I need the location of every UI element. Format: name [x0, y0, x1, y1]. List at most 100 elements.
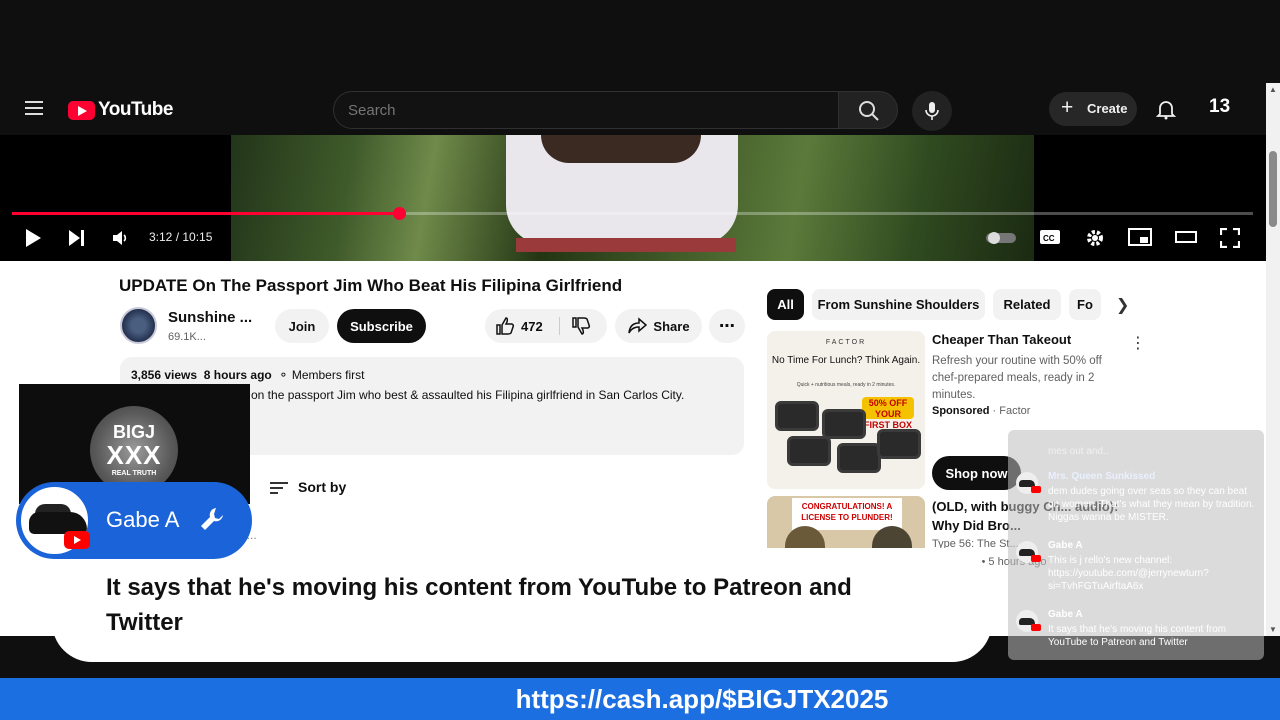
related-thumb-banner: CONGRATULATIONS! A LICENSE TO PLUNDER! — [792, 498, 902, 530]
captions-icon[interactable]: CC — [1039, 228, 1061, 246]
ad-description: Refresh your routine with 50% off chef-p… — [932, 355, 1102, 401]
fullscreen-icon[interactable] — [1220, 228, 1240, 248]
sort-icon — [270, 479, 288, 497]
channel-name[interactable]: Sunshine ... — [168, 309, 252, 326]
ad-thumb-headline: No Time For Lunch? Think Again. — [771, 355, 921, 366]
meal-image — [787, 436, 831, 466]
search-box[interactable] — [333, 91, 838, 129]
progress-scrubber[interactable] — [393, 207, 406, 220]
page-scrollbar[interactable]: ▲ ▼ — [1266, 83, 1280, 636]
meal-image — [837, 443, 881, 473]
create-button[interactable]: + Create — [1049, 92, 1137, 126]
autoplay-toggle-icon[interactable] — [985, 231, 1017, 245]
video-subject — [506, 135, 738, 252]
microphone-icon — [925, 102, 939, 120]
scroll-up-icon[interactable]: ▲ — [1269, 85, 1277, 94]
meal-image — [775, 401, 819, 431]
ad-title[interactable]: Cheaper Than Takeout — [932, 332, 1071, 347]
time-display: 3:12 / 10:15 — [149, 230, 213, 244]
like-thumb-icon[interactable] — [495, 316, 515, 336]
settings-gear-icon[interactable] — [1085, 228, 1105, 248]
video-frame[interactable] — [231, 135, 1034, 261]
notifications-bell-icon[interactable] — [1155, 98, 1177, 120]
ad-advertiser: Factor — [999, 405, 1031, 417]
description-meta: 3,856 views 8 hours ago ⚬ Members first — [131, 368, 733, 382]
youtube-badge-icon — [1031, 555, 1041, 562]
ad-thumb-subtext: Quick + nutritious meals, ready in 2 min… — [796, 382, 896, 388]
chat-text: This is j rello's new channel: https://y… — [1048, 555, 1209, 592]
ad-sponsored-line: Sponsored · Factor — [932, 405, 1031, 417]
share-button[interactable]: Share — [615, 309, 702, 343]
chat-author: Gabe A — [1048, 609, 1083, 620]
chevron-right-icon[interactable]: ❯ — [1116, 295, 1129, 315]
sort-by-label: Sort by — [298, 479, 347, 495]
menu-icon[interactable] — [25, 101, 43, 115]
bigj-logo: BIGJ XXX REAL TRUTH — [90, 406, 178, 494]
logo-line3: REAL TRUTH — [111, 470, 157, 477]
view-count: 3,856 views — [131, 368, 198, 382]
like-dislike-group: 472 — [485, 309, 607, 343]
progress-played — [12, 212, 399, 215]
ad-menu-icon[interactable]: ⋮ — [1130, 333, 1146, 353]
chip-from-channel[interactable]: From Sunshine Shoulders — [812, 289, 985, 320]
youtube-badge-icon — [1031, 486, 1041, 493]
ad-thumbnail[interactable]: FACTOR No Time For Lunch? Think Again. Q… — [767, 331, 925, 489]
subscriber-count: 69.1K... — [168, 331, 206, 343]
theater-mode-icon[interactable] — [1175, 228, 1197, 246]
stream-top-bar — [0, 0, 1280, 83]
chip-for-you[interactable]: Fo — [1069, 289, 1101, 320]
meal-image — [877, 429, 921, 459]
miniplayer-icon[interactable] — [1128, 228, 1152, 246]
description-text: on the passport Jim who best & assaulted… — [251, 388, 685, 402]
scroll-down-icon[interactable]: ▼ — [1269, 625, 1277, 634]
ad-thumb-badge: 50% OFF YOUR FIRST BOX — [862, 397, 914, 430]
youtube-logo-text: YouTube — [98, 99, 173, 120]
channel-avatar[interactable] — [120, 307, 157, 344]
join-button[interactable]: Join — [275, 309, 329, 343]
share-arrow-icon — [628, 317, 648, 334]
search-input[interactable] — [348, 102, 808, 119]
meal-image — [822, 409, 866, 439]
chip-all[interactable]: All — [767, 289, 804, 320]
video-title: UPDATE On The Passport Jim Who Beat His … — [119, 276, 623, 295]
chat-message: Gabe A It says that he's moving his cont… — [1016, 608, 1256, 650]
upload-age: 8 hours ago — [203, 368, 272, 382]
search-icon — [859, 101, 879, 121]
share-label: Share — [653, 318, 690, 334]
sponsored-label: Sponsored — [932, 405, 990, 417]
members-first-label: Members first — [291, 368, 365, 382]
youtube-logo[interactable]: YouTube — [68, 99, 173, 121]
cash-app-link: https://cash.app/$BIGJTX2025 — [515, 684, 889, 714]
masthead: YouTube + Create 13 — [0, 83, 1266, 135]
chat-message: Gabe A This is j rello's new channel: ht… — [1016, 539, 1256, 599]
chat-text: dem dudes going over seas so they can be… — [1048, 486, 1255, 523]
subscribe-button[interactable]: Subscribe — [337, 309, 426, 343]
youtube-badge-icon — [1031, 624, 1041, 631]
logo-line2: XXX — [106, 440, 162, 470]
plus-icon: + — [1061, 96, 1074, 119]
chat-author: Mrs. Queen Sunkissed — [1048, 471, 1156, 482]
voice-search-button[interactable] — [912, 91, 952, 131]
chip-related[interactable]: Related — [993, 289, 1061, 320]
play-icon[interactable] — [24, 228, 42, 248]
moderator-wrench-icon — [201, 508, 223, 530]
dislike-thumb-icon[interactable] — [571, 316, 591, 336]
like-count[interactable]: 472 — [521, 319, 543, 334]
scrollbar-thumb[interactable] — [1269, 151, 1277, 227]
more-actions-button[interactable]: ⋯ — [709, 309, 745, 343]
video-player[interactable]: 3:12 / 10:15 CC — [0, 135, 1266, 261]
like-divider — [559, 317, 560, 335]
sort-by-button[interactable]: Sort by — [270, 479, 346, 497]
volume-icon[interactable] — [111, 228, 131, 248]
highlighted-message-text: It says that he's moving his content fro… — [106, 574, 852, 636]
chat-message: Mrs. Queen Sunkissed dem dudes going ove… — [1016, 470, 1256, 530]
chat-author: Gabe A — [1048, 540, 1083, 551]
account-avatar[interactable]: 13 — [1209, 96, 1235, 122]
create-label: Create — [1087, 101, 1128, 116]
members-first-icon: ⚬ — [278, 368, 289, 382]
chat-text: It says that he's moving his content fro… — [1048, 624, 1227, 648]
search-button[interactable] — [838, 91, 898, 129]
youtube-play-icon — [68, 100, 95, 120]
next-icon[interactable] — [68, 228, 86, 248]
commenter-name: Gabe A — [106, 507, 180, 532]
